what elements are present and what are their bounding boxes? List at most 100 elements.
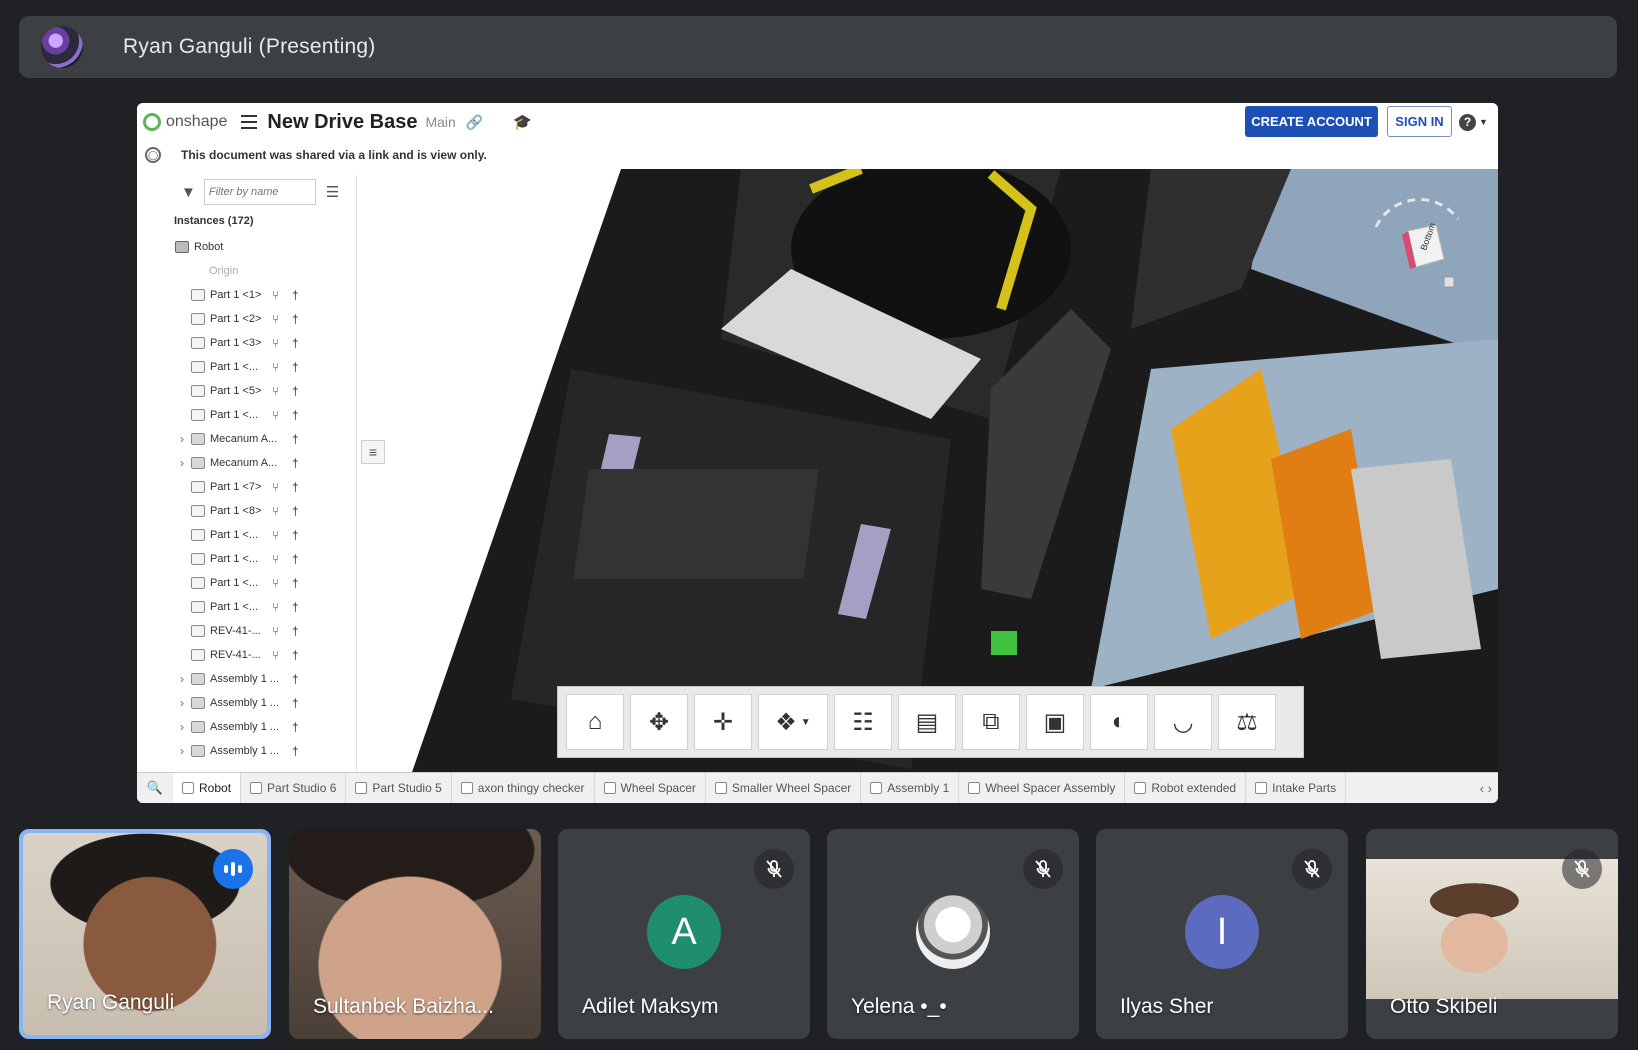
tab-type-icon [182,782,194,794]
tab-label: Intake Parts [1272,781,1337,795]
tree-row-label: Assembly 1 ... [210,673,280,685]
link-icon[interactable]: 🔗 [466,114,483,131]
participant-name: Ryan Ganguli [47,991,175,1014]
mate-connector-icon: ⑂ [272,360,280,374]
3d-viewport[interactable]: Bottom [391,169,1498,775]
list-button[interactable]: ▤ [898,694,956,750]
filter-input[interactable] [203,179,316,205]
view-cube[interactable]: Bottom [1358,189,1478,299]
measure-box-icon: ▣ [1043,708,1067,736]
tree-row[interactable]: Part 1 <1> ⑂ † [173,283,356,307]
tab-label: Robot extended [1151,781,1237,795]
create-account-button[interactable]: CREATE ACCOUNT [1245,106,1378,137]
tree-row[interactable]: Part 1 <7> ⑂ † [173,475,356,499]
zoom-button[interactable]: ❖ ▼ [758,694,828,750]
gauge-button[interactable]: ◡ [1154,694,1212,750]
tree-row[interactable]: Part 1 <3> ⑂ † [173,331,356,355]
tab-type-icon [714,782,727,794]
chevron-right-icon[interactable]: › [173,696,191,710]
pan-button[interactable]: ✛ [694,694,752,750]
chevron-right-icon[interactable]: › [173,744,191,758]
tab-assembly-1[interactable]: Assembly 1 [861,773,960,803]
measure-box-button[interactable]: ▣ [1026,694,1084,750]
tree-row[interactable]: Origin [173,259,356,283]
filter-icon[interactable]: ▼ [181,184,196,201]
chevron-right-icon[interactable]: › [173,672,191,686]
participant-tile[interactable]: Otto Skibeli [1366,829,1618,1039]
tree-row[interactable]: Part 1 <... ⑂ † [173,355,356,379]
chevron-right-icon[interactable]: › [173,720,191,734]
tree-row-label: Robot [194,241,224,253]
tape-button[interactable]: ◐ [1090,694,1148,750]
tab-scroll-arrows[interactable]: ‹ › [1474,781,1498,796]
rotate-button[interactable]: ✥ [630,694,688,750]
tab-smaller-wheel-spacer[interactable]: Smaller Wheel Spacer [706,773,862,803]
tree-row[interactable]: REV-41-... ⑂ † [173,643,356,667]
participant-name: Otto Skibeli [1390,995,1498,1018]
mate-button[interactable]: ⧉ [962,694,1020,750]
participant-tile[interactable]: Sultanbek Baizha... [289,829,541,1039]
tape-icon: ◐ [1111,708,1127,735]
tab-search-icon[interactable]: 🔍 [137,780,173,796]
tree-row-label: Mecanum A... [210,433,278,445]
participant-tile[interactable]: A Adilet Maksym [558,829,810,1039]
education-icon[interactable]: 🎓 [513,113,532,131]
tree-row-label: Assembly 1 ... [210,697,280,709]
participant-tile[interactable]: Yelena •_• [827,829,1079,1039]
tree-row[interactable]: › Assembly 1 ... † [173,715,356,739]
list-view-icon[interactable]: ☰ [326,183,339,201]
fixed-pin-icon: † [292,480,299,494]
fixed-pin-icon: † [292,528,299,542]
tab-part-studio-6[interactable]: Part Studio 6 [241,773,347,803]
sign-in-button[interactable]: SIGN IN [1387,106,1452,137]
tree-row-label: REV-41-... [210,625,261,637]
list-icon: ▤ [915,708,939,736]
help-menu[interactable]: ? ▼ [1459,111,1495,133]
chevron-right-icon[interactable]: › [173,456,191,470]
onshape-logo-icon [143,113,161,131]
tab-intake-parts[interactable]: Intake Parts [1246,773,1347,803]
section-view-button[interactable]: ☷ [834,694,892,750]
tab-robot-extended[interactable]: Robot extended [1125,773,1247,803]
tree-row[interactable]: Part 1 <... ⑂ † [173,595,356,619]
tab-label: Part Studio 6 [267,781,337,795]
tab-wheel-spacer[interactable]: Wheel Spacer [595,773,706,803]
history-icon[interactable]: ◯ [145,147,161,163]
tab-part-studio-5[interactable]: Part Studio 5 [346,773,452,803]
pan-icon: ✛ [712,708,734,736]
tab-wheel-spacer-assembly[interactable]: Wheel Spacer Assembly [959,773,1126,803]
participant-tile[interactable]: Ryan Ganguli [19,829,271,1039]
tab-robot[interactable]: Robot [173,773,242,803]
section-icon: ☷ [852,708,874,736]
tab-axon-thingy-checker[interactable]: axon thingy checker [452,773,595,803]
tree-row-label: Part 1 <5> [210,385,262,397]
tree-row[interactable]: › Mecanum A... † [173,427,356,451]
view-only-notice: ◯ This document was shared via a link an… [137,141,1498,169]
mass-properties-button[interactable]: ⚖ [1218,694,1276,750]
tree-row[interactable]: › Assembly 1 ... † [173,739,356,763]
tree-row[interactable]: Part 1 <5> ⑂ † [173,379,356,403]
panel-toggle-icon[interactable]: ≡ [361,440,385,464]
chevron-right-icon[interactable]: › [173,432,191,446]
cad-model-view [391,169,1498,775]
mate-connector-icon: ⑂ [272,312,280,326]
participant-tile[interactable]: I Ilyas Sher [1096,829,1348,1039]
tree-row[interactable]: › Mecanum A... † [173,451,356,475]
tree-row[interactable]: Part 1 <... ⑂ † [173,571,356,595]
gauge-icon: ◡ [1172,708,1194,736]
tree-row[interactable]: Part 1 <2> ⑂ † [173,307,356,331]
menu-icon[interactable] [241,115,258,129]
tab-label: Wheel Spacer Assembly [985,781,1116,795]
tree-row[interactable]: Part 1 <... ⑂ † [173,403,356,427]
document-tabs: 🔍 Robot Part Studio 6 Part Studio 5 axon th… [137,772,1498,803]
tree-row[interactable]: Part 1 <... ⑂ † [173,523,356,547]
part-icon [191,361,205,373]
home-view-button[interactable]: ⌂ [566,694,624,750]
tree-row[interactable]: REV-41-... ⑂ † [173,619,356,643]
tree-row[interactable]: Part 1 <... ⑂ † [173,547,356,571]
part-icon [191,577,205,589]
tree-row[interactable]: › Assembly 1 ... † [173,691,356,715]
tree-row[interactable]: Robot [173,235,356,259]
tree-row[interactable]: Part 1 <8> ⑂ † [173,499,356,523]
tree-row[interactable]: › Assembly 1 ... † [173,667,356,691]
